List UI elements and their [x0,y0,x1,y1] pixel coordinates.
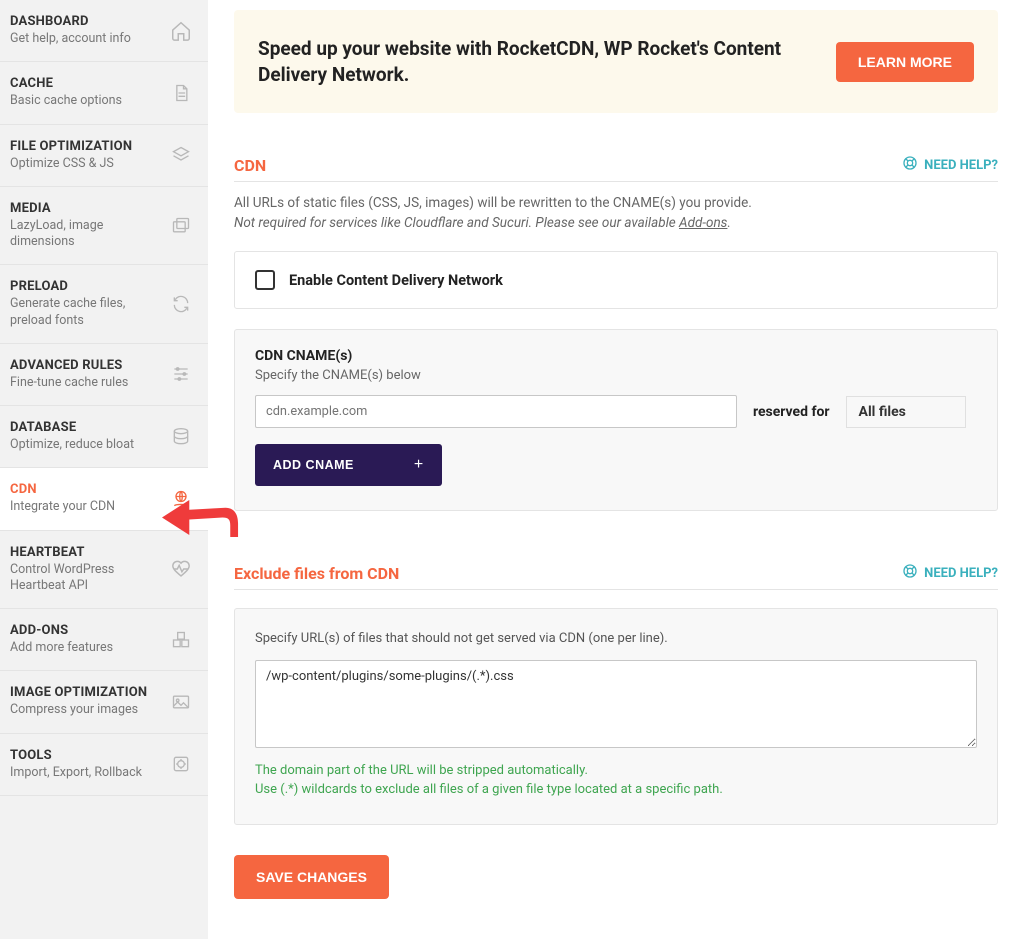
need-help-link[interactable]: NEED HELP? [902,563,998,583]
sidebar-item-sublabel: Optimize, reduce bloat [10,437,134,453]
sidebar-item-label: CDN [10,482,115,497]
sidebar-item-label: MEDIA [10,201,160,216]
reserved-for-select[interactable]: All files [846,396,966,428]
need-help-label: NEED HELP? [924,158,998,173]
main-content: Speed up your website with RocketCDN, WP… [208,0,1024,939]
sidebar-item-label: ADVANCED RULES [10,358,128,373]
annotation-arrow-icon [162,498,240,538]
section-title-exclude: Exclude files from CDN [234,564,399,583]
sidebar-item-sublabel: Control WordPress Heartbeat API [10,562,160,595]
cname-subdesc: Specify the CNAME(s) below [255,368,977,383]
sidebar-item-sublabel: Compress your images [10,702,147,718]
addons-link[interactable]: Add-ons [679,215,727,231]
heartbeat-icon [170,558,192,580]
sidebar-item-media[interactable]: MEDIA LazyLoad, image dimensions [0,187,208,266]
sidebar-item-sublabel: Integrate your CDN [10,499,115,515]
sidebar-item-sublabel: Fine-tune cache rules [10,375,128,391]
enable-cdn-card: Enable Content Delivery Network [234,251,998,309]
sidebar-item-label: TOOLS [10,748,142,763]
sliders-icon [170,363,192,385]
add-cname-button[interactable]: ADD CNAME + [255,444,442,486]
sidebar-item-cache[interactable]: CACHE Basic cache options [0,62,208,124]
home-icon [170,20,192,42]
sidebar-item-dashboard[interactable]: DASHBOARD Get help, account info [0,0,208,62]
database-icon [170,426,192,448]
sidebar-item-sublabel: LazyLoad, image dimensions [10,218,160,251]
sidebar-item-label: ADD-ONS [10,623,113,638]
images-icon [170,215,192,237]
section-title-cdn: CDN [234,156,266,175]
sidebar-item-sublabel: Get help, account info [10,31,131,47]
sidebar-item-file-optimization[interactable]: FILE OPTIMIZATION Optimize CSS & JS [0,125,208,187]
sidebar-item-heartbeat[interactable]: HEARTBEAT Control WordPress Heartbeat AP… [0,531,208,610]
cname-card: CDN CNAME(s) Specify the CNAME(s) below … [234,329,998,511]
save-changes-button[interactable]: SAVE CHANGES [234,855,389,899]
cname-heading: CDN CNAME(s) [255,348,977,364]
sidebar-item-advanced-rules[interactable]: ADVANCED RULES Fine-tune cache rules [0,344,208,406]
sidebar-item-tools[interactable]: TOOLS Import, Export, Rollback [0,734,208,796]
sidebar-item-database[interactable]: DATABASE Optimize, reduce bloat [0,406,208,468]
add-cname-label: ADD CNAME [273,458,354,472]
sidebar-item-sublabel: Add more features [10,640,113,656]
promo-text: Speed up your website with RocketCDN, WP… [258,36,818,87]
sidebar-item-sublabel: Import, Export, Rollback [10,765,142,781]
sidebar-item-sublabel: Optimize CSS & JS [10,156,132,172]
cdn-description: All URLs of static files (CSS, JS, image… [234,194,998,233]
boxes-icon [170,629,192,651]
need-help-label: NEED HELP? [924,566,998,581]
sidebar-item-label: DATABASE [10,420,134,435]
learn-more-button[interactable]: LEARN MORE [836,42,974,82]
sidebar-item-label: CACHE [10,76,122,91]
layers-icon [170,144,192,166]
exclude-description: Specify URL(s) of files that should not … [255,631,977,646]
sidebar-item-label: FILE OPTIMIZATION [10,139,132,154]
tools-icon [170,753,192,775]
image-optimize-icon [170,691,192,713]
refresh-icon [170,293,192,315]
sidebar-item-label: DASHBOARD [10,14,131,29]
enable-cdn-checkbox[interactable] [255,270,275,290]
sidebar-item-sublabel: Basic cache options [10,93,122,109]
need-help-link[interactable]: NEED HELP? [902,155,998,175]
exclude-hint: The domain part of the URL will be strip… [255,762,977,800]
sidebar-item-label: IMAGE OPTIMIZATION [10,685,147,700]
sidebar: DASHBOARD Get help, account info CACHE B… [0,0,208,939]
sidebar-item-image-optimization[interactable]: IMAGE OPTIMIZATION Compress your images [0,671,208,733]
lifebuoy-icon [902,155,918,175]
file-icon [170,82,192,104]
reserved-for-label: reserved for [753,404,830,420]
cname-input[interactable] [255,395,737,428]
lifebuoy-icon [902,563,918,583]
sidebar-item-sublabel: Generate cache files, preload fonts [10,296,160,329]
sidebar-item-label: HEARTBEAT [10,545,160,560]
exclude-card: Specify URL(s) of files that should not … [234,608,998,825]
sidebar-item-label: PRELOAD [10,279,160,294]
enable-cdn-label: Enable Content Delivery Network [289,272,503,289]
plus-icon: + [414,456,424,474]
promo-banner: Speed up your website with RocketCDN, WP… [234,10,998,113]
sidebar-item-addons[interactable]: ADD-ONS Add more features [0,609,208,671]
exclude-textarea[interactable] [255,660,977,748]
sidebar-item-preload[interactable]: PRELOAD Generate cache files, preload fo… [0,265,208,344]
